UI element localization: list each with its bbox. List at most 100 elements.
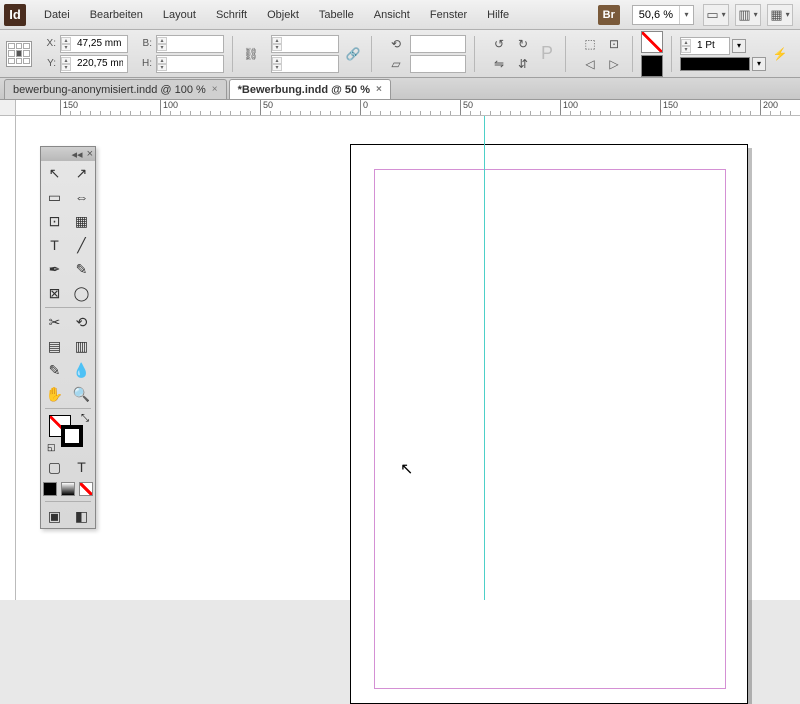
pen-tool[interactable]: ✒: [41, 257, 68, 281]
fill-swatch[interactable]: [641, 31, 663, 53]
normal-view-icon[interactable]: ▣: [41, 504, 68, 528]
select-content-icon[interactable]: ⊡: [604, 35, 624, 53]
margin-guides: [374, 169, 726, 689]
line-tool[interactable]: ╱: [68, 233, 95, 257]
swap-colors-icon[interactable]: ⤡: [81, 413, 89, 424]
selection-tool[interactable]: ↖: [41, 161, 68, 185]
pencil-tool[interactable]: ✎: [68, 257, 95, 281]
document-tab[interactable]: *Bewerbung.indd @ 50 % ×: [229, 79, 391, 99]
collapse-icon[interactable]: ◂◂: [72, 148, 83, 161]
close-icon[interactable]: ×: [376, 84, 382, 95]
view-options-button[interactable]: ▭: [703, 4, 729, 26]
note-tool[interactable]: ✎: [41, 358, 68, 382]
direct-selection-tool[interactable]: ↗: [68, 161, 95, 185]
horizontal-ruler[interactable]: 15010050050100150200: [16, 100, 800, 116]
bridge-button[interactable]: Br: [598, 5, 620, 25]
w-field[interactable]: ▴▾: [156, 35, 224, 53]
canvas[interactable]: ◂◂ × ↖ ↗ ▭ ⇔ ⊡ ▦ T ╱ ✒ ✎ ⊠ ◯ ✂ ⟲ ▤ ▥ ✎ 💧: [16, 116, 800, 600]
shear-icon: ▱: [386, 55, 406, 73]
content-placer-tool[interactable]: ▦: [68, 209, 95, 233]
h-field[interactable]: ▴▾: [156, 55, 224, 73]
fill-stroke-swatches[interactable]: ⤡ ◱: [41, 411, 95, 455]
w-label: B:: [138, 38, 152, 49]
menu-table[interactable]: Tabelle: [309, 3, 364, 27]
stroke-weight-field[interactable]: ▴▾: [680, 37, 730, 55]
y-label: Y:: [42, 58, 56, 69]
y-input[interactable]: [73, 58, 127, 69]
link-icon[interactable]: 🔗: [343, 45, 363, 63]
h-label: H:: [138, 58, 152, 69]
menu-view[interactable]: Ansicht: [364, 3, 420, 27]
rectangle-frame-tool[interactable]: ⊠: [41, 281, 68, 305]
content-collector-tool[interactable]: ⊡: [41, 209, 68, 233]
flip-v-icon[interactable]: ⇵: [513, 55, 533, 73]
zoom-value[interactable]: 50,6 %: [633, 9, 679, 21]
flip-h-icon[interactable]: ⇋: [489, 55, 509, 73]
screen-mode-button[interactable]: ▥: [735, 4, 761, 26]
menu-edit[interactable]: Bearbeiten: [80, 3, 153, 27]
gradient-swatch-tool[interactable]: ▤: [41, 334, 68, 358]
menu-object[interactable]: Objekt: [257, 3, 309, 27]
w-input[interactable]: [169, 38, 223, 49]
stroke-color-swatch[interactable]: [61, 425, 83, 447]
document-tab[interactable]: bewerbung-anonymisiert.indd @ 100 % ×: [4, 79, 227, 99]
x-field[interactable]: ▴▾: [60, 35, 128, 53]
preview-view-icon[interactable]: ◧: [68, 504, 95, 528]
scissors-tool[interactable]: ✂: [41, 310, 68, 334]
close-icon[interactable]: ×: [87, 148, 93, 160]
scale-y-field[interactable]: ▴▾: [271, 55, 339, 73]
stroke-swatch[interactable]: [641, 55, 663, 77]
scale-x-field[interactable]: ▴▾: [271, 35, 339, 53]
menu-layout[interactable]: Layout: [153, 3, 206, 27]
type-tool[interactable]: T: [41, 233, 68, 257]
default-colors-icon[interactable]: ◱: [47, 442, 56, 453]
apply-gradient-icon[interactable]: [61, 482, 75, 496]
rotate-ccw-icon[interactable]: ↺: [489, 35, 509, 53]
menu-help[interactable]: Hilfe: [477, 3, 519, 27]
reference-point[interactable]: [6, 41, 32, 67]
menu-window[interactable]: Fenster: [420, 3, 477, 27]
rotate-field[interactable]: [410, 35, 466, 53]
stroke-style-dropdown[interactable]: ▾: [752, 57, 766, 71]
paragraph-icon: P: [537, 45, 557, 63]
rotate-cw-icon[interactable]: ↻: [513, 35, 533, 53]
x-input[interactable]: [73, 38, 127, 49]
zoom-dropdown-icon[interactable]: ▾: [679, 6, 693, 24]
quick-apply-icon[interactable]: ⚡: [770, 45, 790, 63]
menu-file[interactable]: Datei: [34, 3, 80, 27]
zoom-level[interactable]: 50,6 % ▾: [632, 5, 694, 25]
apply-color-icon[interactable]: [43, 482, 57, 496]
vertical-ruler[interactable]: [0, 116, 16, 600]
stroke-style-swatch[interactable]: [680, 57, 750, 71]
constrain-icon[interactable]: ⛓: [241, 45, 261, 63]
x-label: X:: [42, 38, 56, 49]
control-panel: X: ▴▾ Y: ▴▾ B: ▴▾ H: ▴▾ ⛓ ▴▾ ▴▾ 🔗 ⟲ ▱ ↺↻…: [0, 30, 800, 78]
gradient-feather-tool[interactable]: ▥: [68, 334, 95, 358]
y-field[interactable]: ▴▾: [60, 55, 128, 73]
arrange-button[interactable]: ▦: [767, 4, 793, 26]
select-container-icon[interactable]: ⬚: [580, 35, 600, 53]
panel-header[interactable]: ◂◂ ×: [41, 147, 95, 161]
workspace: 15010050050100150200 ◂◂ × ↖ ↗ ▭ ⇔ ⊡ ▦ T ╱…: [0, 100, 800, 600]
hand-tool[interactable]: ✋: [41, 382, 68, 406]
shear-field[interactable]: [410, 55, 466, 73]
select-next-icon[interactable]: ▷: [604, 55, 624, 73]
vertical-guide[interactable]: [484, 116, 485, 600]
zoom-tool[interactable]: 🔍: [68, 382, 95, 406]
formatting-text-icon[interactable]: T: [68, 455, 95, 479]
free-transform-tool[interactable]: ⟲: [68, 310, 95, 334]
stroke-weight-dropdown[interactable]: ▾: [732, 39, 746, 53]
h-input[interactable]: [169, 58, 223, 69]
select-prev-icon[interactable]: ◁: [580, 55, 600, 73]
gap-tool[interactable]: ⇔: [68, 185, 95, 209]
ellipse-tool[interactable]: ◯: [68, 281, 95, 305]
app-logo-icon: Id: [4, 4, 26, 26]
close-icon[interactable]: ×: [212, 84, 218, 95]
tools-panel[interactable]: ◂◂ × ↖ ↗ ▭ ⇔ ⊡ ▦ T ╱ ✒ ✎ ⊠ ◯ ✂ ⟲ ▤ ▥ ✎ 💧: [40, 146, 96, 529]
formatting-container-icon[interactable]: ▢: [41, 455, 68, 479]
menu-type[interactable]: Schrift: [206, 3, 257, 27]
eyedropper-tool[interactable]: 💧: [68, 358, 95, 382]
apply-none-icon[interactable]: [79, 482, 93, 496]
page-tool[interactable]: ▭: [41, 185, 68, 209]
ruler-origin[interactable]: [0, 100, 16, 116]
